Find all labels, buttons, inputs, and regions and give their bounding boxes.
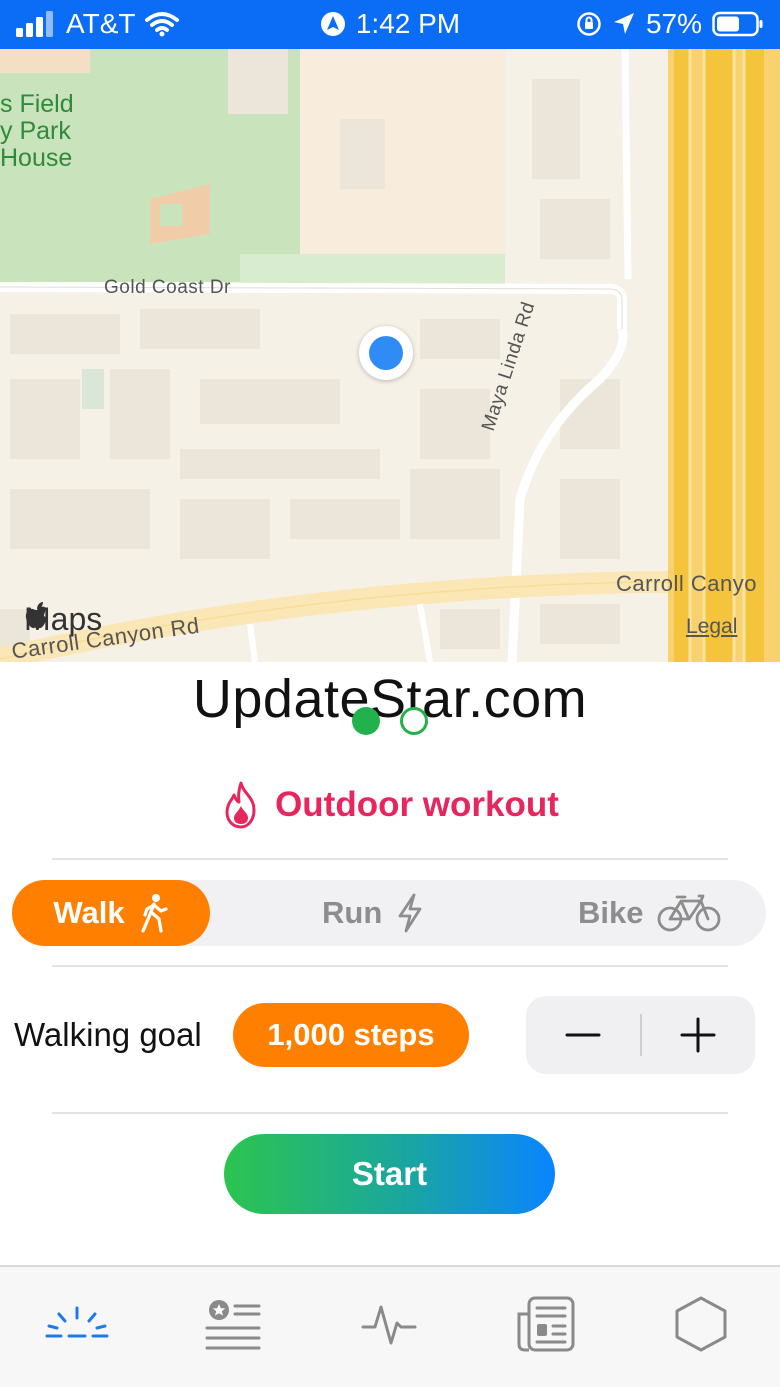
battery-icon [712,11,763,37]
street-label-gold-coast: Gold Coast Dr [104,277,231,298]
increase-goal-button[interactable] [641,996,755,1074]
workout-header: Outdoor workout [0,780,780,830]
tab-today[interactable] [37,1289,117,1359]
tab-more[interactable] [661,1289,741,1359]
mode-run-label: Run [322,895,383,930]
decrease-goal-button[interactable] [526,996,640,1074]
status-right: 57% [576,8,764,40]
goal-value-button[interactable]: 1,000 steps [233,1003,469,1067]
hexagon-icon [675,1296,727,1352]
lightning-icon [398,893,422,933]
page-dot-2[interactable] [400,707,428,735]
status-bar: AT&T 1:42 PM 57% [0,0,780,49]
workout-title: Outdoor workout [275,785,559,824]
location-arrow-icon [613,13,634,34]
goal-label: Walking goal [14,1016,202,1053]
current-location-dot [359,326,413,380]
map-view[interactable]: s Field y Park House Gold Coast Dr Maya … [0,49,780,662]
plus-icon [680,1017,716,1053]
orientation-lock-icon [577,12,601,36]
location-service-icon [320,12,345,36]
tab-news[interactable] [505,1289,585,1359]
walk-icon [140,894,168,933]
mode-bike-button[interactable]: Bike [578,880,721,946]
news-icon [517,1296,575,1352]
start-button[interactable]: Start [224,1134,555,1214]
divider-top [52,858,728,860]
page-dot-1[interactable] [352,707,380,735]
flame-icon [225,781,256,829]
watermark: UpdateStar.com [192,669,588,729]
heartbeat-icon [361,1305,417,1345]
tab-favorites[interactable] [193,1289,273,1359]
bike-icon [658,894,721,932]
workout-mode-selector: Walk Run Bike [12,880,766,946]
park-label: s Field y Park House [0,90,74,172]
mode-walk-button[interactable]: Walk [12,880,210,946]
tab-activity[interactable] [349,1289,429,1359]
battery-percent: 57% [645,8,702,39]
apple-icon [25,602,47,629]
legal-link[interactable]: Legal [686,615,737,639]
mode-walk-label: Walk [53,895,125,930]
tab-bar [0,1265,780,1387]
favorites-list-icon [205,1300,261,1350]
mode-bike-label: Bike [578,895,644,930]
clock: 1:42 PM [355,8,461,39]
goal-stepper [526,996,755,1074]
street-label-carroll-canyon-right: Carroll Canyo [616,571,757,596]
sunrise-icon [45,1306,109,1338]
divider-middle [52,965,728,967]
divider-bottom [52,1112,728,1114]
minus-icon [565,1033,601,1037]
maps-logo: Maps [24,601,102,638]
mode-run-button[interactable]: Run [322,880,424,946]
